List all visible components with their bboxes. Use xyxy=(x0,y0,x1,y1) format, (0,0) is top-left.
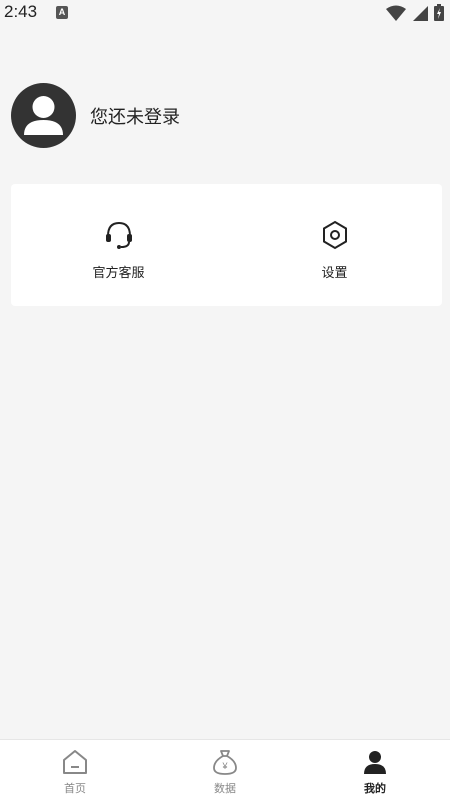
tab-mine[interactable]: 我的 xyxy=(300,740,450,801)
signal-icon xyxy=(413,5,428,21)
wifi-icon xyxy=(386,5,406,21)
customer-service-label: 官方客服 xyxy=(92,266,145,281)
tab-home[interactable]: 首页 xyxy=(0,740,150,801)
service-card: 官方客服 设置 xyxy=(11,184,442,306)
notification-a-icon: A xyxy=(56,6,68,19)
settings-button[interactable]: 设置 xyxy=(227,184,442,306)
status-bar: 2:43 A xyxy=(0,0,450,26)
tab-mine-label: 我的 xyxy=(364,782,386,795)
person-icon xyxy=(364,751,386,774)
status-icons xyxy=(386,4,444,21)
tab-home-label: 首页 xyxy=(64,782,86,795)
battery-icon xyxy=(434,4,444,21)
bottom-tab-bar: 首页 ¥ 数据 我的 xyxy=(0,739,450,801)
hexagon-settings-icon xyxy=(322,220,347,250)
login-prompt-text[interactable]: 您还未登录 xyxy=(90,103,180,129)
user-avatar-icon[interactable] xyxy=(11,83,76,148)
money-bag-icon: ¥ xyxy=(213,750,237,775)
profile-header[interactable]: 您还未登录 xyxy=(11,83,180,148)
home-icon xyxy=(63,750,87,774)
svg-text:¥: ¥ xyxy=(221,761,228,771)
status-time: 2:43 xyxy=(4,2,38,21)
tab-data[interactable]: ¥ 数据 xyxy=(150,740,300,801)
headset-icon xyxy=(105,221,132,249)
customer-service-button[interactable]: 官方客服 xyxy=(11,184,226,306)
settings-label: 设置 xyxy=(321,266,348,281)
tab-data-label: 数据 xyxy=(214,782,236,795)
avatar-silhouette xyxy=(24,96,63,135)
